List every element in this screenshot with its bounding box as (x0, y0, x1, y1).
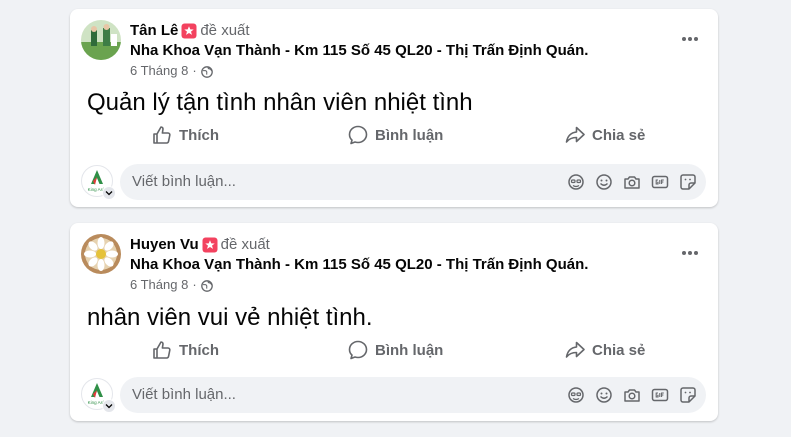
sticker-icon[interactable] (678, 385, 698, 405)
recommend-icon (202, 237, 218, 253)
avatar-sticker-icon[interactable] (566, 172, 586, 192)
avatar-sticker-icon[interactable] (566, 385, 586, 405)
like-button[interactable]: Thích (151, 121, 219, 149)
share-icon (565, 341, 585, 358)
recommend-icon (181, 23, 197, 39)
place-link[interactable]: Nha Khoa Vạn Thành - Km 115 Số 45 QL20 -… (130, 255, 588, 275)
share-label: Chia sẻ (592, 341, 646, 359)
post-meta: 6 Tháng 8 · (130, 276, 213, 294)
emoji-icon[interactable] (594, 385, 614, 405)
author-name[interactable]: Huyen Vu (130, 235, 199, 255)
post-actions: Thích Bình luận Chia sẻ (70, 336, 718, 364)
more-icon (682, 251, 698, 255)
comment-tools (558, 385, 698, 405)
post-actions: Thích Bình luận Chia sẻ (70, 121, 718, 149)
post-card: Tân Lê đề xuất Nha Khoa Vạn Thành - Km 1… (70, 9, 718, 207)
like-button[interactable]: Thích (151, 336, 219, 364)
globe-icon (200, 65, 213, 78)
globe-icon (200, 279, 213, 292)
comment-button[interactable]: Bình luận (347, 121, 443, 149)
comment-button[interactable]: Bình luận (347, 336, 443, 364)
author-avatar[interactable] (81, 20, 121, 60)
recommend-label: đề xuất (200, 22, 250, 39)
like-label: Thích (179, 126, 219, 144)
like-icon (153, 126, 171, 144)
like-label: Thích (179, 341, 219, 359)
meta-separator: · (192, 63, 197, 78)
comment-label: Bình luận (375, 341, 444, 359)
comment-icon (348, 125, 368, 145)
comment-icon (348, 340, 368, 360)
commenter-avatar[interactable]: King Asin (81, 378, 116, 413)
meta-separator: · (192, 277, 197, 292)
emoji-icon[interactable] (594, 172, 614, 192)
camera-icon[interactable] (622, 172, 642, 192)
comment-placeholder: Viết bình luận... (132, 386, 236, 403)
comment-label: Bình luận (375, 126, 444, 144)
post-header: Huyen Vu đề xuất (130, 235, 270, 255)
comment-input[interactable]: Viết bình luận... (120, 164, 706, 200)
more-options-button[interactable] (680, 29, 700, 49)
chevron-down-icon[interactable] (102, 399, 116, 413)
share-button[interactable]: Chia sẻ (564, 121, 645, 149)
share-button[interactable]: Chia sẻ (564, 336, 645, 364)
comment-tools (558, 172, 698, 192)
author-name[interactable]: Tân Lê (130, 21, 178, 41)
chevron-down-icon[interactable] (102, 186, 116, 200)
comment-placeholder: Viết bình luận... (132, 173, 236, 190)
share-icon (565, 126, 585, 143)
comment-input[interactable]: Viết bình luận... (120, 377, 706, 413)
recommend-label: đề xuất (220, 236, 270, 253)
post-date[interactable]: 6 Tháng 8 (130, 62, 188, 80)
post-meta: 6 Tháng 8 · (130, 62, 213, 80)
post-content: Quản lý tận tình nhân viên nhiệt tình (87, 89, 473, 116)
sticker-icon[interactable] (678, 172, 698, 192)
gif-icon[interactable] (650, 172, 670, 192)
place-link[interactable]: Nha Khoa Vạn Thành - Km 115 Số 45 QL20 -… (130, 41, 588, 61)
post-content: nhân viên vui vẻ nhiệt tình. (87, 304, 373, 331)
more-options-button[interactable] (680, 243, 700, 263)
post-header: Tân Lê đề xuất (130, 21, 250, 41)
commenter-avatar[interactable]: King Asin (81, 165, 116, 200)
like-icon (153, 341, 171, 359)
post-card: Huyen Vu đề xuất Nha Khoa Vạn Thành - Km… (70, 223, 718, 421)
camera-icon[interactable] (622, 385, 642, 405)
gif-icon[interactable] (650, 385, 670, 405)
share-label: Chia sẻ (592, 126, 646, 144)
author-avatar[interactable] (81, 234, 121, 274)
more-icon (682, 37, 698, 41)
post-date[interactable]: 6 Tháng 8 (130, 276, 188, 294)
